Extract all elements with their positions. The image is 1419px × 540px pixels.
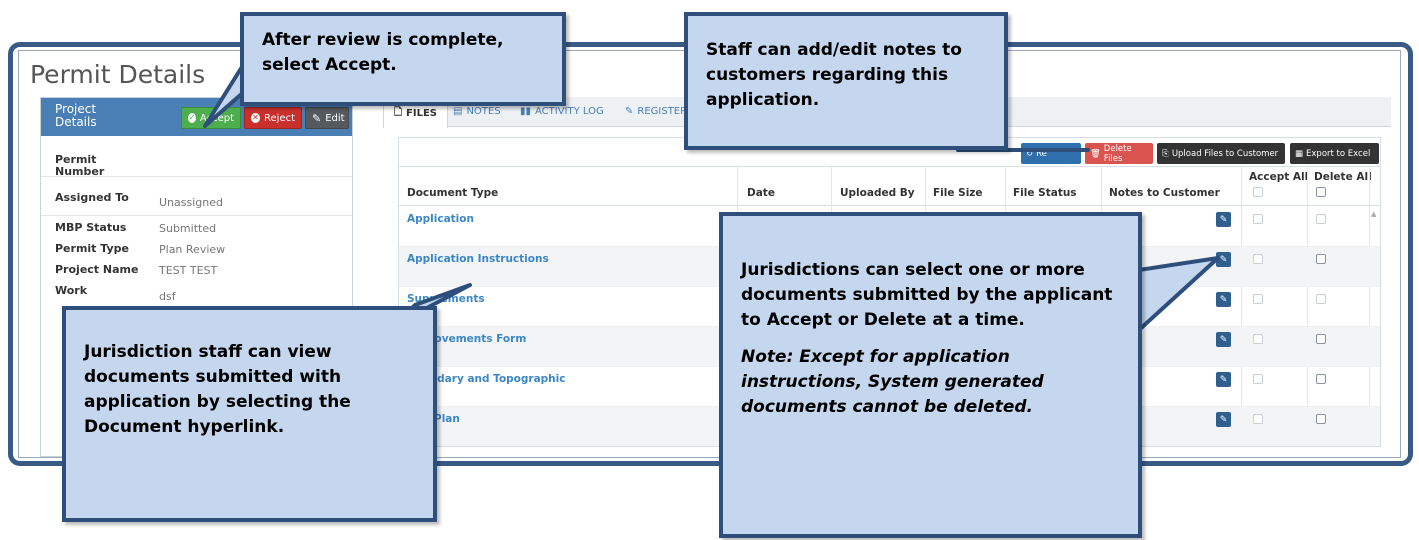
divider bbox=[41, 215, 352, 216]
field-label-project-name: Project Name bbox=[55, 263, 139, 276]
edit-button[interactable]: ✎ Edit bbox=[305, 107, 349, 129]
export-excel-button[interactable]: ▦ Export to Excel bbox=[1290, 143, 1379, 164]
project-details-title: Project Details bbox=[55, 102, 97, 129]
upload-files-label: Upload Files to Customer bbox=[1171, 148, 1279, 159]
delete-checkbox[interactable] bbox=[1316, 254, 1326, 264]
accept-callout: After review is complete, select Accept. bbox=[240, 12, 566, 106]
accept-callout-text: After review is complete, select Accept. bbox=[262, 30, 504, 75]
delete-files-button[interactable]: 🗑 Delete Files bbox=[1085, 143, 1153, 164]
accept-checkbox[interactable] bbox=[1253, 214, 1263, 224]
field-label-permit-type: Permit Type bbox=[55, 242, 129, 255]
scroll-up-icon[interactable]: ▲ bbox=[1371, 210, 1376, 218]
header-date: Date bbox=[747, 187, 775, 199]
select-callout: Jurisdictions can select one or more doc… bbox=[719, 212, 1142, 538]
document-link[interactable]: Application bbox=[407, 213, 474, 225]
edit-note-icon[interactable]: ✎ bbox=[1216, 252, 1231, 267]
upload-icon: ⎘ bbox=[1162, 148, 1169, 159]
tab-files-label: FILES bbox=[406, 107, 438, 119]
delete-all-checkbox[interactable] bbox=[1316, 187, 1326, 197]
delete-checkbox[interactable] bbox=[1316, 374, 1326, 384]
select-callout-text: Jurisdictions can select one or more doc… bbox=[741, 260, 1113, 330]
upload-files-button[interactable]: ⎘ Upload Files to Customer bbox=[1157, 143, 1285, 164]
documents-callout: Jurisdiction staff can view documents su… bbox=[62, 306, 437, 522]
edit-note-icon[interactable]: ✎ bbox=[1216, 372, 1231, 387]
header-notes-to-customer: Notes to Customer bbox=[1109, 187, 1220, 199]
tutorial-screenshot: Permit Details Project Details ✓ Accept … bbox=[0, 0, 1419, 540]
accept-checkbox[interactable] bbox=[1253, 374, 1263, 384]
reject-x-icon: ✕ bbox=[251, 113, 260, 123]
accept-checkbox[interactable] bbox=[1253, 254, 1263, 264]
accept-checkbox[interactable] bbox=[1253, 334, 1263, 344]
table-header: Document Type Date Uploaded By File Size… bbox=[399, 166, 1380, 206]
export-excel-label: Export to Excel bbox=[1306, 148, 1371, 159]
field-label-work: Work bbox=[55, 284, 88, 297]
edit-note-icon[interactable]: ✎ bbox=[1216, 332, 1231, 347]
field-value-project-name: TEST TEST bbox=[159, 264, 218, 277]
pencil-icon: ✎ bbox=[312, 111, 322, 125]
delete-checkbox[interactable] bbox=[1316, 334, 1326, 344]
documents-callout-text: Jurisdiction staff can view documents su… bbox=[84, 342, 351, 437]
tab-activity-log-label: ACTIVITY LOG bbox=[535, 106, 604, 117]
header-document-type: Document Type bbox=[407, 187, 499, 199]
header-file-size: File Size bbox=[933, 187, 983, 199]
reject-button-label: Reject bbox=[263, 112, 295, 124]
accept-button-label: Accept bbox=[199, 112, 234, 124]
field-value-permit-type: Plan Review bbox=[159, 243, 226, 256]
refresh-button[interactable]: ↻ Re bbox=[1021, 143, 1081, 164]
register-icon: ✎ bbox=[625, 106, 634, 117]
check-icon: ✓ bbox=[188, 113, 196, 123]
field-value-assigned-to: Unassigned bbox=[159, 196, 223, 209]
tab-activity-log[interactable]: ▮▮ ACTIVITY LOG bbox=[520, 106, 604, 117]
tab-notes[interactable]: ▤ NOTES bbox=[453, 106, 501, 117]
document-link[interactable]: Application Instructions bbox=[407, 253, 549, 265]
excel-icon: ▦ bbox=[1295, 148, 1304, 159]
trash-icon: 🗑 bbox=[1090, 148, 1101, 159]
header-delete-all: Delete All bbox=[1314, 171, 1372, 183]
notes-icon: ▤ bbox=[453, 106, 463, 117]
delete-checkbox[interactable] bbox=[1316, 414, 1326, 424]
reject-button[interactable]: ✕ Reject bbox=[244, 107, 302, 129]
delete-files-label: Delete Files bbox=[1103, 143, 1132, 164]
delete-checkbox[interactable] bbox=[1316, 214, 1326, 224]
notes-callout: Staff can add/edit notes to customers re… bbox=[684, 12, 1008, 150]
accept-all-checkbox[interactable] bbox=[1253, 187, 1263, 197]
accept-button[interactable]: ✓ Accept bbox=[181, 107, 241, 129]
divider bbox=[41, 176, 352, 177]
edit-note-icon[interactable]: ✎ bbox=[1216, 212, 1231, 227]
refresh-icon: ↻ bbox=[1026, 148, 1034, 159]
files-icon: 🗋 bbox=[394, 106, 403, 118]
accept-checkbox[interactable] bbox=[1253, 414, 1263, 424]
header-uploaded-by: Uploaded By bbox=[840, 187, 915, 199]
page-title: Permit Details bbox=[30, 60, 206, 89]
header-file-status: File Status bbox=[1013, 187, 1077, 199]
field-value-work: dsf bbox=[159, 290, 176, 303]
note-callout-text: Note: Except for application instruction… bbox=[741, 347, 1044, 417]
header-accept-all: Accept All bbox=[1249, 171, 1309, 183]
edit-note-icon[interactable]: ✎ bbox=[1216, 412, 1231, 427]
notes-callout-text: Staff can add/edit notes to customers re… bbox=[706, 40, 962, 110]
edit-button-label: Edit bbox=[325, 112, 345, 124]
field-label-permit-number: Permit Number bbox=[55, 153, 105, 178]
field-label-assigned-to: Assigned To bbox=[55, 191, 129, 204]
document-link[interactable]: Supplements bbox=[407, 293, 485, 305]
tab-notes-label: NOTES bbox=[466, 106, 501, 117]
field-label-mbp-status: MBP Status bbox=[55, 221, 127, 234]
tab-register[interactable]: ✎ REGISTER bbox=[625, 106, 687, 117]
delete-checkbox[interactable] bbox=[1316, 294, 1326, 304]
refresh-button-label: Re bbox=[1036, 148, 1047, 159]
accept-checkbox[interactable] bbox=[1253, 294, 1263, 304]
tab-register-label: REGISTER bbox=[637, 106, 688, 117]
activity-log-icon: ▮▮ bbox=[520, 106, 532, 117]
field-value-mbp-status: Submitted bbox=[159, 222, 217, 235]
edit-note-icon[interactable]: ✎ bbox=[1216, 292, 1231, 307]
